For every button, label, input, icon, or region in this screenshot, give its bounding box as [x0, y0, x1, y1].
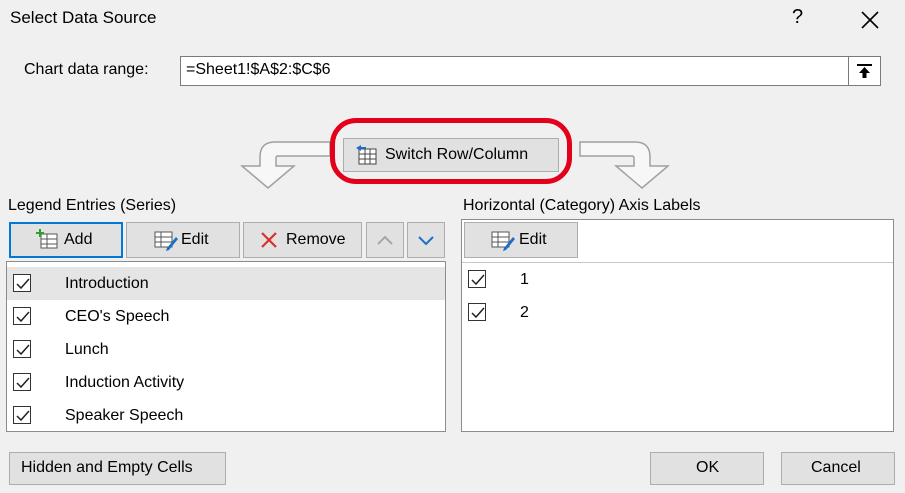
chart-data-range-value: =Sheet1!$A$2:$C$6 [186, 61, 331, 78]
axis-label: 1 [520, 271, 529, 288]
series-name: Lunch [65, 341, 109, 358]
checkbox-checked-icon[interactable] [13, 307, 31, 325]
hidden-empty-cells-label: Hidden and Empty Cells [21, 459, 193, 476]
chart-data-range-label: Chart data range: [24, 61, 149, 78]
checkbox-checked-icon[interactable] [468, 303, 486, 321]
chevron-up-icon [377, 235, 393, 245]
checkbox-checked-icon[interactable] [13, 340, 31, 358]
help-button[interactable]: ? [792, 6, 803, 29]
remove-series-label: Remove [286, 231, 346, 248]
list-item[interactable]: Induction Activity [7, 366, 445, 399]
move-down-button[interactable] [407, 222, 445, 258]
series-name: CEO's Speech [65, 308, 170, 325]
cancel-label: Cancel [811, 459, 861, 476]
ok-label: OK [696, 459, 720, 476]
collapse-icon [857, 64, 872, 78]
axis-labels-label: Horizontal (Category) Axis Labels [463, 197, 701, 214]
list-item[interactable]: Introduction [7, 267, 445, 300]
right-curved-arrow-icon [579, 141, 671, 189]
checkbox-checked-icon[interactable] [13, 373, 31, 391]
collapse-dialog-button[interactable] [848, 57, 880, 85]
list-item[interactable]: 1 [462, 264, 893, 297]
highlight-annotation [330, 118, 572, 184]
close-icon[interactable] [856, 6, 884, 34]
edit-series-label: Edit [181, 231, 209, 248]
remove-icon [261, 232, 277, 248]
series-name: Speaker Speech [65, 407, 184, 424]
checkbox-checked-icon[interactable] [13, 406, 31, 424]
dialog-title: Select Data Source [10, 8, 157, 27]
add-series-label: Add [64, 231, 93, 248]
edit-icon [491, 231, 515, 251]
series-name: Induction Activity [65, 374, 185, 391]
divider [462, 262, 893, 263]
edit-axis-labels-label: Edit [519, 231, 547, 248]
checkbox-checked-icon[interactable] [468, 270, 486, 288]
list-item[interactable]: 2 [462, 297, 893, 330]
axis-labels-list[interactable]: 1 2 [462, 264, 893, 330]
add-icon [36, 229, 58, 249]
legend-series-list[interactable]: Introduction CEO's Speech Lunch Inductio… [6, 261, 446, 432]
axis-label: 2 [520, 304, 529, 321]
chevron-down-icon [418, 236, 434, 246]
legend-entries-label: Legend Entries (Series) [8, 197, 177, 214]
move-up-button[interactable] [366, 222, 404, 258]
edit-icon [154, 231, 178, 251]
list-item[interactable]: CEO's Speech [7, 300, 445, 333]
list-item[interactable]: Lunch [7, 333, 445, 366]
checkbox-checked-icon[interactable] [13, 274, 31, 292]
left-curved-arrow-icon [239, 141, 331, 189]
series-name: Introduction [65, 275, 149, 292]
list-item[interactable]: Speaker Speech [7, 399, 445, 432]
